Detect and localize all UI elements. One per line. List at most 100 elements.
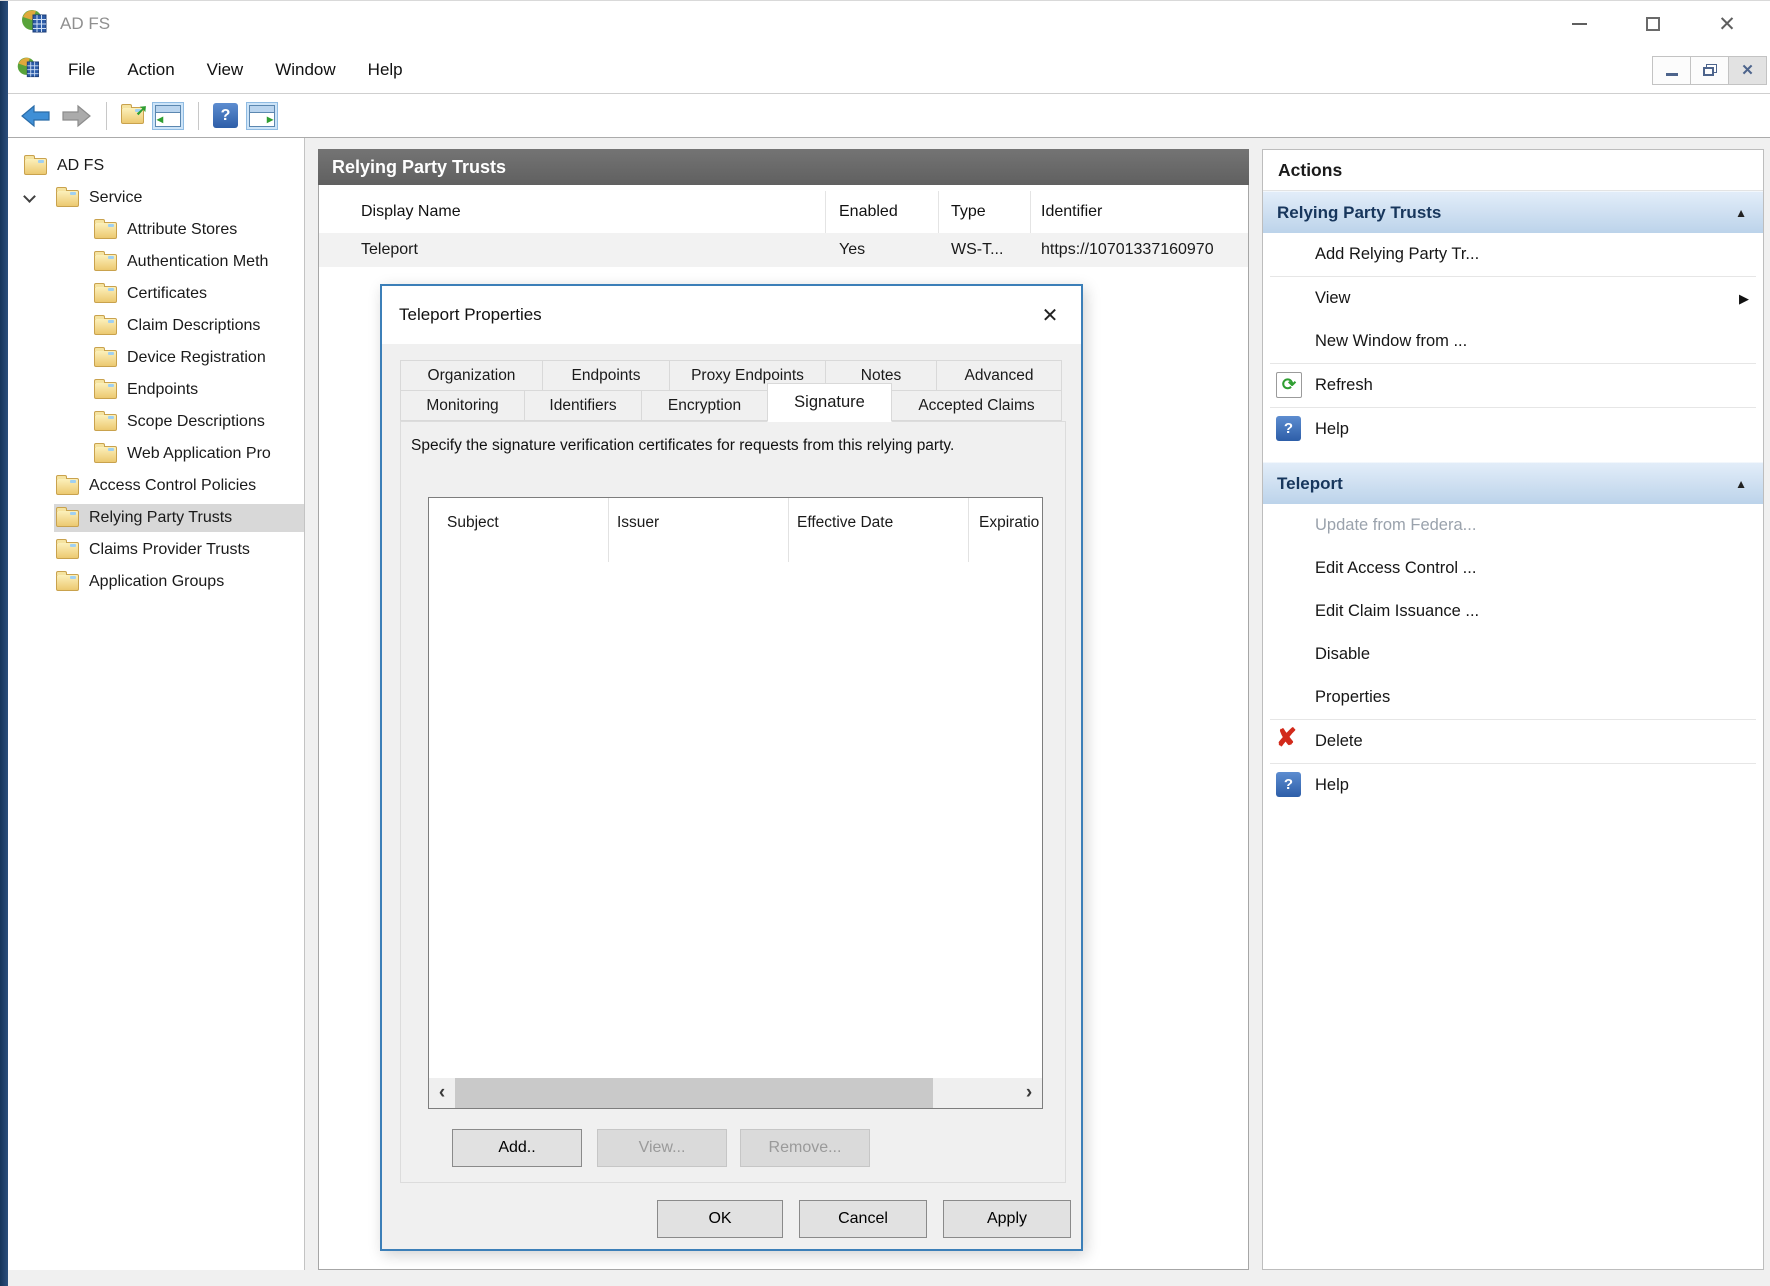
menu-window[interactable]: Window [259, 54, 351, 86]
tree-item-application-groups[interactable]: Application Groups [8, 566, 304, 598]
action-delete[interactable]: ✘ Delete [1263, 720, 1763, 763]
action-disable[interactable]: Disable [1263, 633, 1763, 676]
add-button[interactable]: Add.. [452, 1129, 582, 1167]
tab-organization[interactable]: Organization [400, 360, 543, 391]
tree-item-claim-descriptions[interactable]: Claim Descriptions [8, 310, 304, 342]
tab-signature[interactable]: Signature [767, 383, 892, 422]
window-maximize-button[interactable] [1640, 11, 1666, 37]
column-type[interactable]: Type [939, 191, 1031, 233]
tree-item-certificates[interactable]: Certificates [8, 278, 304, 310]
scrollbar-thumb[interactable] [455, 1078, 933, 1108]
dialog-tabs: Organization Endpoints Proxy Endpoints N… [400, 360, 1066, 422]
menu-action[interactable]: Action [111, 54, 190, 86]
tree-item-label: Access Control Policies [89, 477, 256, 495]
tree-item-label: Claim Descriptions [127, 317, 260, 335]
tree-item-endpoints[interactable]: Endpoints [8, 374, 304, 406]
column-subject[interactable]: Subject [429, 498, 609, 562]
help-toolbar-icon[interactable]: ? [213, 103, 238, 128]
window-left-edge [0, 1, 8, 1286]
folder-icon [24, 158, 47, 175]
actions-section-teleport[interactable]: Teleport ▲ [1263, 462, 1763, 504]
tree-item-label: Web Application Pro [127, 445, 271, 463]
tree-item-label: Endpoints [127, 381, 198, 399]
folder-icon [56, 190, 79, 207]
tab-encryption[interactable]: Encryption [641, 390, 768, 421]
tab-monitoring[interactable]: Monitoring [400, 390, 525, 421]
menu-help[interactable]: Help [352, 54, 419, 86]
collapse-icon[interactable]: ▲ [1735, 206, 1747, 220]
tree-item-web-application-proxy[interactable]: Web Application Pro [8, 438, 304, 470]
tree-item-device-registration[interactable]: Device Registration [8, 342, 304, 374]
action-view[interactable]: View ▶ [1263, 277, 1763, 320]
view-button: View... [597, 1129, 727, 1167]
table-row-teleport[interactable]: Teleport Yes WS-T... https://10701337160… [319, 233, 1248, 267]
tree-item-label: Claims Provider Trusts [89, 541, 250, 559]
refresh-icon: ⟳ [1276, 372, 1302, 398]
tab-accepted-claims[interactable]: Accepted Claims [891, 390, 1062, 421]
column-effective-date[interactable]: Effective Date [789, 498, 969, 562]
tree-item-label: Service [89, 189, 142, 207]
show-console-tree-icon[interactable]: ◂ [152, 102, 184, 130]
action-edit-claim-issuance[interactable]: Edit Claim Issuance ... [1263, 590, 1763, 633]
action-refresh[interactable]: ⟳ Refresh [1263, 364, 1763, 407]
action-properties[interactable]: Properties [1263, 676, 1763, 719]
tab-description: Specify the signature verification certi… [411, 434, 1029, 457]
scroll-left-icon[interactable]: ‹ [429, 1078, 455, 1108]
action-add-relying-party-trust[interactable]: Add Relying Party Tr... [1263, 233, 1763, 276]
column-enabled[interactable]: Enabled [826, 191, 939, 233]
horizontal-scrollbar[interactable]: ‹ › [429, 1078, 1042, 1108]
column-expiration[interactable]: Expiratio [969, 498, 1042, 562]
dialog-close-icon[interactable]: ✕ [1027, 298, 1073, 332]
mdi-close-button[interactable]: ✕ [1728, 56, 1767, 85]
menu-view[interactable]: View [191, 54, 260, 86]
adfs-window: AD FS ✕ File Action View Window Help [0, 0, 1770, 1286]
help-icon: ? [1276, 416, 1301, 441]
collapse-icon[interactable]: ▲ [1735, 477, 1747, 491]
tab-endpoints[interactable]: Endpoints [542, 360, 670, 391]
tree-item-service[interactable]: Service [8, 182, 304, 214]
chevron-down-icon[interactable] [23, 190, 36, 203]
back-icon[interactable] [20, 104, 52, 128]
column-issuer[interactable]: Issuer [609, 498, 789, 562]
mdi-minimize-button[interactable] [1652, 56, 1691, 85]
folder-icon [56, 542, 79, 559]
apply-button[interactable]: Apply [943, 1200, 1071, 1238]
menu-bar: File Action View Window Help ✕ [8, 47, 1770, 94]
window-close-button[interactable]: ✕ [1714, 11, 1740, 37]
folder-icon [94, 222, 117, 239]
column-display-name[interactable]: Display Name [319, 191, 826, 233]
mdi-restore-button[interactable] [1690, 56, 1729, 85]
tree-item-label: Application Groups [89, 573, 224, 591]
folder-icon [94, 318, 117, 335]
tree-item-relying-party-trusts[interactable]: Relying Party Trusts [8, 502, 304, 534]
tree-item-authentication-methods[interactable]: Authentication Meth [8, 246, 304, 278]
toolbar-separator [106, 102, 107, 130]
toolbar-separator [198, 102, 199, 130]
cancel-button[interactable]: Cancel [799, 1200, 927, 1238]
action-help[interactable]: ? Help [1263, 408, 1763, 451]
tree-item-scope-descriptions[interactable]: Scope Descriptions [8, 406, 304, 438]
action-edit-access-control[interactable]: Edit Access Control ... [1263, 547, 1763, 590]
forward-icon[interactable] [60, 104, 92, 128]
action-label: Help [1315, 420, 1349, 439]
tree-item-adfs[interactable]: AD FS [8, 150, 304, 182]
ok-button[interactable]: OK [657, 1200, 783, 1238]
action-help-teleport[interactable]: ? Help [1263, 764, 1763, 807]
show-action-pane-icon[interactable]: ▸ [246, 102, 278, 130]
tree-item-access-control-policies[interactable]: Access Control Policies [8, 470, 304, 502]
action-label: Disable [1315, 645, 1370, 664]
tab-identifiers[interactable]: Identifiers [524, 390, 642, 421]
export-list-icon[interactable]: ➚ [121, 107, 144, 124]
window-minimize-button[interactable] [1566, 11, 1592, 37]
tree-item-attribute-stores[interactable]: Attribute Stores [8, 214, 304, 246]
console-body: AD FS Service Attribute Stores Authentic… [8, 138, 1770, 1286]
menu-file[interactable]: File [52, 54, 111, 86]
cell-enabled: Yes [826, 241, 939, 259]
column-identifier[interactable]: Identifier [1031, 191, 1248, 233]
actions-section-relying-party-trusts[interactable]: Relying Party Trusts ▲ [1263, 191, 1763, 233]
tab-advanced[interactable]: Advanced [936, 360, 1062, 391]
action-new-window[interactable]: New Window from ... [1263, 320, 1763, 363]
folder-icon [94, 286, 117, 303]
tree-item-claims-provider-trusts[interactable]: Claims Provider Trusts [8, 534, 304, 566]
scroll-right-icon[interactable]: › [1016, 1078, 1042, 1108]
